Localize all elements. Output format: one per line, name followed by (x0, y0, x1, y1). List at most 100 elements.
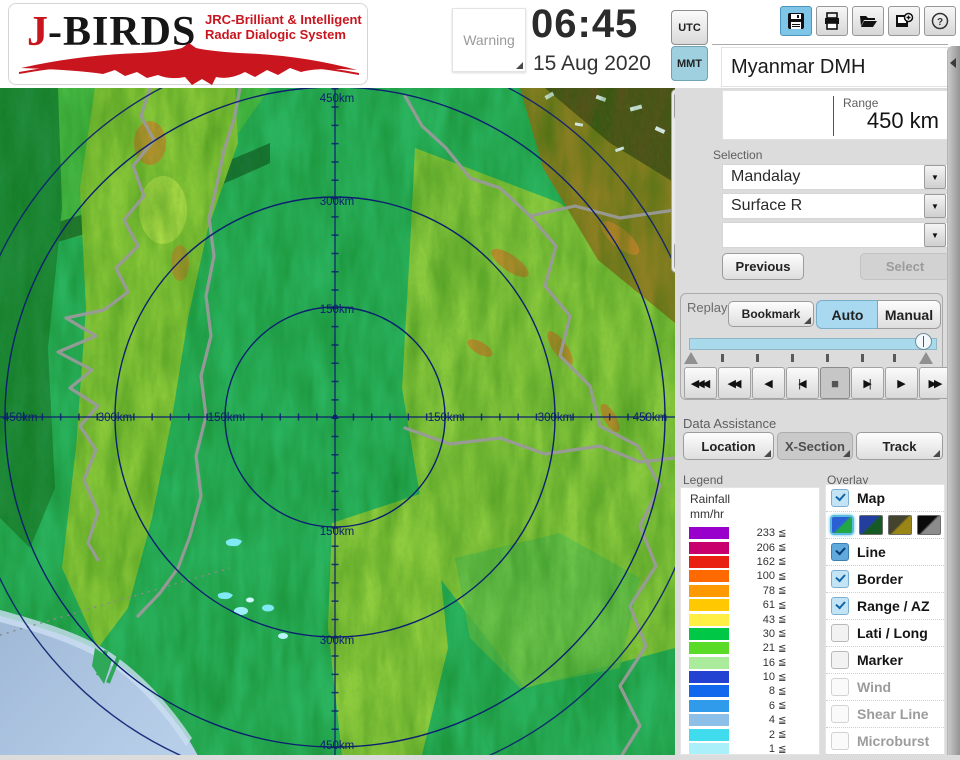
toolbar: ? (780, 6, 956, 36)
replay-tick (826, 354, 829, 362)
legend-color-swatch (689, 584, 729, 597)
fast-rewind-button[interactable]: ◀◀ (718, 367, 751, 399)
overlay-item-range-az[interactable]: Range / AZ (826, 593, 944, 620)
previous-button[interactable]: Previous (722, 253, 804, 280)
legend-color-swatch (689, 743, 729, 754)
stop-button[interactable]: ■ (820, 367, 850, 399)
warning-button[interactable]: Warning (452, 8, 526, 72)
bookmark-button[interactable]: Bookmark (728, 301, 814, 327)
overlay-item-border[interactable]: Border (826, 566, 944, 593)
checkbox (831, 705, 849, 723)
chevron-down-icon[interactable]: ▼ (924, 194, 946, 218)
legend-entry: 8 ≦ (681, 684, 819, 698)
replay-label: Replay (687, 300, 728, 315)
overlay-item-marker[interactable]: Marker (826, 647, 944, 674)
legend-title: Rainfall mm/hr (690, 492, 731, 521)
legend-entry: 6 ≦ (681, 699, 819, 713)
play-button[interactable]: ▶ (885, 367, 918, 399)
checkbox[interactable] (831, 597, 849, 615)
xsection-button[interactable]: X-Section (777, 432, 853, 460)
legend-entry: 4 ≦ (681, 713, 819, 727)
legend-color-swatch (689, 685, 729, 698)
overlay-item-lati-long[interactable]: Lati / Long (826, 620, 944, 647)
checkbox[interactable] (831, 570, 849, 588)
legend-entry: 21 ≦ (681, 641, 819, 655)
auto-button[interactable]: Auto (816, 300, 879, 329)
site-dropdown[interactable]: Mandalay ▼ (722, 164, 948, 190)
logo-tagline: JRC-Brilliant & Intelligent Radar Dialog… (205, 12, 362, 42)
legend-rows: 233 ≦ 206 ≦ 162 ≦ 100 ≦ 78 ≦ 61 ≦ 43 ≦ 30 ≦ 21 ≦ … (681, 526, 819, 754)
folder-icon (860, 16, 877, 27)
save-button[interactable] (780, 6, 812, 36)
open-button[interactable] (852, 6, 884, 36)
export-image-button[interactable] (888, 6, 920, 36)
map-style-swatch[interactable] (888, 515, 912, 535)
eagle-icon (19, 43, 359, 85)
replay-slider-track[interactable] (689, 338, 937, 350)
control-panel: Range 450 km Selection Mandalay ▼ Surfac… (675, 88, 960, 755)
legend-entry: 100 ≦ (681, 569, 819, 583)
print-button[interactable] (816, 6, 848, 36)
replay-tick (861, 354, 864, 362)
svg-text:?: ? (937, 17, 943, 28)
overlay-item-wind: Wind (826, 674, 944, 701)
replay-tick (721, 354, 724, 362)
selection-label: Selection (713, 148, 763, 162)
checkbox[interactable] (831, 543, 849, 561)
utc-button[interactable]: UTC (671, 10, 708, 45)
map-style-swatches (826, 512, 944, 539)
legend-color-swatch (689, 627, 729, 640)
playback-controls: ◀◀◀ ◀◀ ◀ |◀ ■ ▶| ▶ ▶▶ ▶▶▶ (684, 367, 960, 399)
legend-entry: 78 ≦ (681, 584, 819, 598)
map-style-swatch[interactable] (917, 515, 941, 535)
legend-entry: 43 ≦ (681, 612, 819, 626)
replay-slider-thumb[interactable] (915, 333, 932, 350)
image-plus-icon (895, 12, 913, 27)
replay-tick (893, 354, 896, 362)
product-dropdown[interactable]: Surface R ▼ (722, 193, 948, 219)
range-label: 300km (98, 412, 133, 424)
range-label: 150km (320, 526, 355, 538)
play-reverse-button[interactable]: ◀ (752, 367, 785, 399)
option-dropdown[interactable]: ▼ (722, 222, 948, 248)
legend-color-swatch (689, 555, 729, 568)
fast-rewind-3-button[interactable]: ◀◀◀ (684, 367, 717, 399)
mmt-button[interactable]: MMT (671, 46, 708, 81)
map-style-swatch[interactable] (830, 515, 854, 535)
overlay-item-map[interactable]: Map (826, 485, 944, 512)
overlay-item-line[interactable]: Line (826, 539, 944, 566)
legend-color-swatch (689, 541, 729, 554)
checkbox[interactable] (831, 651, 849, 669)
replay-range-end-handle[interactable] (919, 352, 933, 364)
manual-button[interactable]: Manual (877, 300, 941, 329)
header: J-BIRDS JRC-Brilliant & Intelligent Rada… (0, 0, 960, 88)
help-button[interactable]: ? (924, 6, 956, 36)
legend-color-swatch (689, 570, 729, 583)
chevron-down-icon[interactable]: ▼ (924, 165, 946, 189)
range-label: 450km (320, 740, 355, 752)
app-logo: J-BIRDS JRC-Brilliant & Intelligent Rada… (8, 3, 368, 85)
step-forward-button[interactable]: ▶| (851, 367, 884, 399)
range-label: 450km (3, 412, 38, 424)
range-label: 300km (538, 412, 573, 424)
checkbox[interactable] (831, 489, 849, 507)
select-button[interactable]: Select (860, 253, 950, 280)
checkbox[interactable] (831, 624, 849, 642)
range-value: 450 km (866, 108, 939, 133)
data-assistance-label: Data Assistance (683, 416, 777, 431)
chevron-down-icon[interactable]: ▼ (924, 223, 946, 247)
track-button[interactable]: Track (856, 432, 943, 460)
replay-range-start-handle[interactable] (684, 352, 698, 364)
step-back-button[interactable]: |◀ (786, 367, 819, 399)
location-button[interactable]: Location (683, 432, 774, 460)
station-name: Myanmar DMH (721, 47, 959, 87)
range-label: 150km (208, 412, 243, 424)
resize-grip-icon (516, 62, 523, 69)
radar-map[interactable]: 450km 300km 150km 150km 300km 450km 450k… (0, 44, 708, 760)
range-divider (833, 96, 834, 136)
panel-collapse-handle[interactable] (947, 46, 960, 755)
map-style-swatch[interactable] (859, 515, 883, 535)
replay-tick (756, 354, 759, 362)
print-icon (825, 12, 839, 30)
overlay-panel: Map Line Border Range / AZ Lati / Long M… (825, 484, 945, 755)
